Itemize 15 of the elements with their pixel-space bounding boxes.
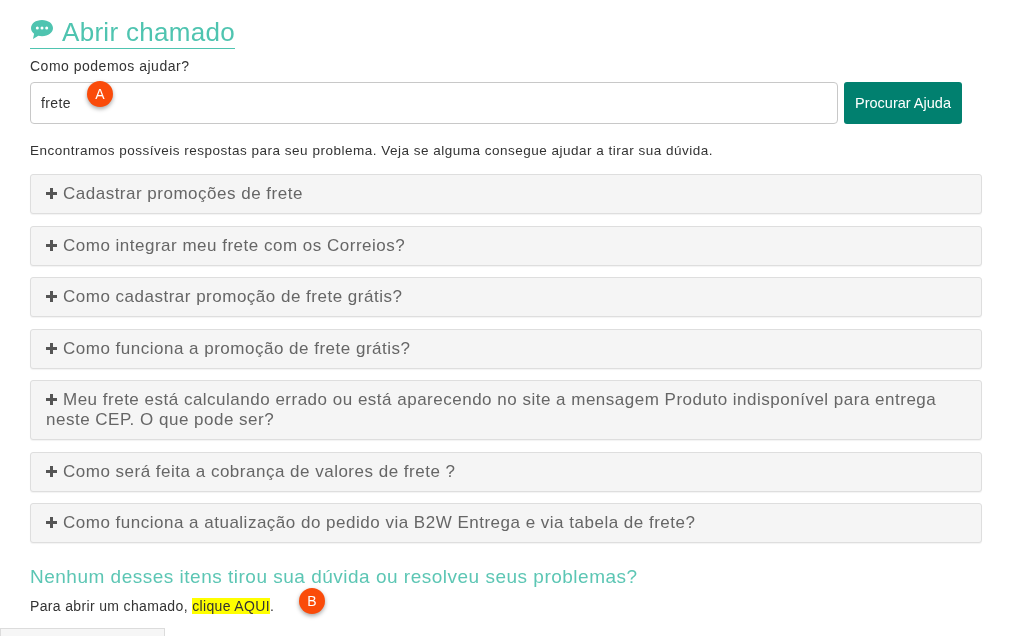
annotation-marker: B bbox=[299, 588, 325, 614]
accordion-header[interactable]: Cadastrar promoções de frete bbox=[30, 174, 982, 214]
accordion-header[interactable]: Meu frete está calculando errado ou está aparecendo no site a mensagem Produto indisponível para entrega neste CEP. O que pode ser? bbox=[30, 380, 982, 440]
results-message: Encontramos possíveis respostas para seu problema. Veja se alguma consegue ajudar a tirar sua dúvida. bbox=[30, 142, 715, 160]
fallback-heading: Nenhum desses itens tirou sua dúvida ou resolveu seus problemas? bbox=[30, 565, 639, 589]
accordion-header[interactable]: Como funciona a promoção de frete grátis? bbox=[30, 328, 982, 369]
chat-bubble-icon bbox=[30, 18, 54, 40]
accordion-header[interactable]: Como será feita a cobrança de valores de frete ? bbox=[30, 451, 982, 492]
accordion-header[interactable]: Como funciona a atualização do pedido via B2W Entrega e via tabela de frete? bbox=[30, 503, 982, 543]
open-ticket-link[interactable]: clique AQUI bbox=[192, 598, 270, 614]
accordion-header[interactable]: Como cadastrar promoção de frete grátis? bbox=[30, 277, 982, 317]
fallback-text: Para abrir um chamado, clique AQUI. bbox=[30, 597, 275, 615]
search-label: Como podemos ajudar? bbox=[30, 57, 191, 75]
search-button[interactable]: Procurar Ajuda bbox=[844, 82, 962, 124]
accordion-header[interactable]: Como integrar meu frete com os Correios? bbox=[30, 225, 982, 266]
